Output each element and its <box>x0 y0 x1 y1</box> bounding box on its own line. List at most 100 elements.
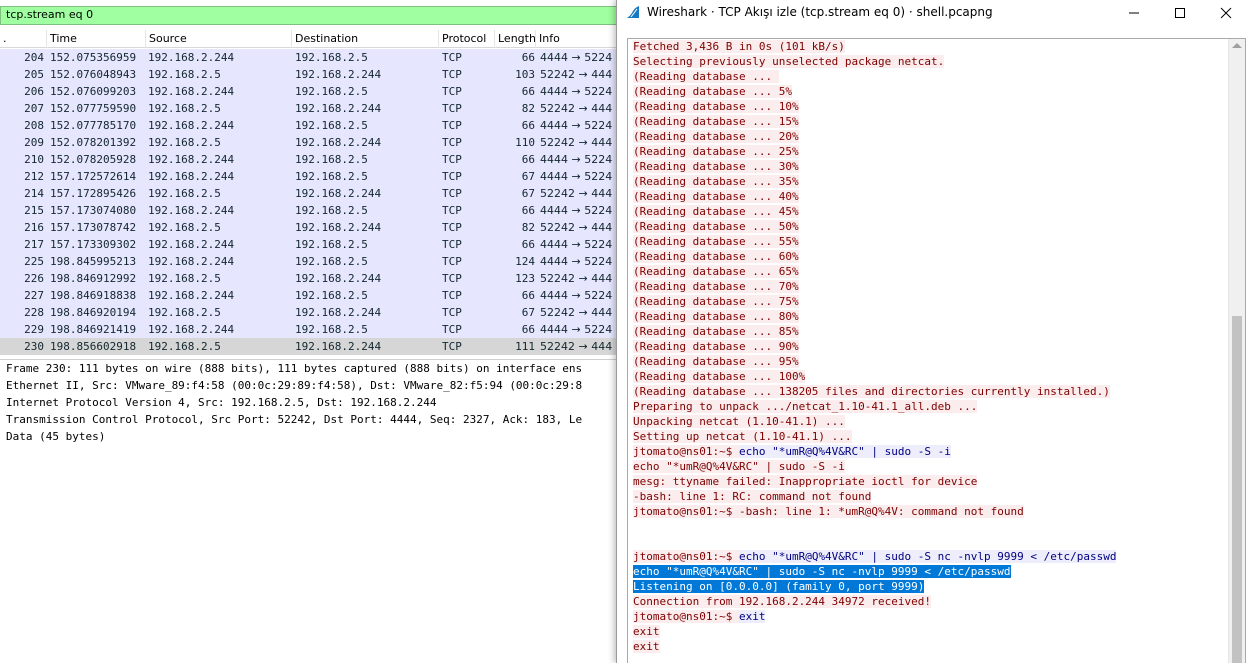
packet-row[interactable]: 207 152.077759590 192.168.2.5 192.168.2.244… <box>0 100 620 117</box>
packet-row[interactable]: 205 152.076048943 192.168.2.5 192.168.2.244… <box>0 66 620 83</box>
column-header-destination[interactable]: Destination <box>292 30 439 48</box>
packet-row[interactable]: 216 157.173078742 192.168.2.5 192.168.2.244… <box>0 219 620 236</box>
cell-no: 205 <box>24 68 44 81</box>
server-text: (Reading database ... 100% <box>633 370 806 383</box>
cell-info: 4444 → 5224 <box>540 323 613 336</box>
cell-source: 192.168.2.244 <box>148 51 235 64</box>
stream-line: mesg: ttyname failed: Inappropriate ioct… <box>633 474 1225 489</box>
cell-time: 152.077785170 <box>50 119 137 132</box>
cell-time: 198.846912992 <box>50 272 137 285</box>
cell-time: 152.078205928 <box>50 153 137 166</box>
stream-line: (Reading database ... 40% <box>633 189 1225 204</box>
cell-length: 111 <box>515 340 535 353</box>
packet-row[interactable]: 215 157.173074080 192.168.2.244 192.168.2.5… <box>0 202 620 219</box>
cell-length: 82 <box>521 221 535 234</box>
cell-length: 66 <box>521 323 535 336</box>
packet-row[interactable]: 228 198.846920194 192.168.2.5 192.168.2.244… <box>0 304 620 321</box>
client-command-text: exit <box>738 610 766 623</box>
cell-length: 66 <box>521 289 535 302</box>
scroll-up-arrow-icon[interactable] <box>1232 43 1242 48</box>
cell-destination: 192.168.2.5 <box>295 255 368 268</box>
close-button[interactable] <box>1203 0 1248 26</box>
vertical-scrollbar[interactable] <box>1228 39 1245 663</box>
cell-info: 4444 → 5224 <box>540 85 613 98</box>
packet-row[interactable]: 217 157.173309302 192.168.2.244 192.168.2.5… <box>0 236 620 253</box>
server-text: (Reading database ... 85% <box>633 325 799 338</box>
server-text: Setting up netcat (1.10-41.1) ... <box>633 430 852 443</box>
cell-destination: 192.168.2.244 <box>295 136 382 149</box>
cell-length: 110 <box>515 136 535 149</box>
cell-length: 67 <box>521 170 535 183</box>
cell-no: 206 <box>24 85 44 98</box>
server-text: exit <box>633 640 660 653</box>
column-header-source[interactable]: Source <box>146 30 292 48</box>
detail-tree-item[interactable]: Internet Protocol Version 4, Src: 192.16… <box>6 394 436 411</box>
stream-line: jtomato@ns01:~$ -bash: line 1: *umR@Q%4V… <box>633 504 1225 519</box>
column-header-info[interactable]: Info <box>536 30 620 48</box>
maximize-button[interactable] <box>1157 0 1203 26</box>
cell-source: 192.168.2.5 <box>148 102 221 115</box>
server-text: jtomato@ns01:~$ <box>633 610 739 623</box>
cell-time: 152.076048943 <box>50 68 137 81</box>
server-text: Fetched 3,436 B in 0s (101 kB/s) <box>633 40 845 53</box>
server-text: (Reading database ... 25% <box>633 145 799 158</box>
packet-row[interactable]: 204 152.075356959 192.168.2.244 192.168.2.5… <box>0 49 620 66</box>
column-header-protocol[interactable]: Protocol <box>439 30 495 48</box>
cell-protocol: TCP <box>442 187 462 200</box>
cell-length: 67 <box>521 187 535 200</box>
cell-destination: 192.168.2.5 <box>295 51 368 64</box>
column-header-time[interactable]: Time <box>47 30 146 48</box>
detail-tree-item[interactable]: Frame 230: 111 bytes on wire (888 bits),… <box>6 360 582 377</box>
cell-no: 214 <box>24 187 44 200</box>
column-header-length[interactable]: Length <box>495 30 536 48</box>
cell-destination: 192.168.2.244 <box>295 187 382 200</box>
minimize-button[interactable] <box>1111 0 1157 26</box>
cell-time: 198.846921419 <box>50 323 137 336</box>
packet-list-header: . Time Source Destination Protocol Lengt… <box>0 30 620 48</box>
server-text: (Reading database ... 80% <box>633 310 799 323</box>
window-title: Wireshark · TCP Akışı izle (tcp.stream e… <box>647 5 993 19</box>
packet-row[interactable]: 208 152.077785170 192.168.2.244 192.168.2.5… <box>0 117 620 134</box>
cell-protocol: TCP <box>442 170 462 183</box>
detail-tree-item[interactable]: Transmission Control Protocol, Src Port:… <box>6 411 582 428</box>
packet-row[interactable]: 214 157.172895426 192.168.2.5 192.168.2.244… <box>0 185 620 202</box>
stream-text[interactable]: Fetched 3,436 B in 0s (101 kB/s) Selectin… <box>633 39 1225 654</box>
cell-destination: 192.168.2.5 <box>295 289 368 302</box>
detail-tree-item[interactable]: Data (45 bytes) <box>6 428 105 445</box>
packet-row[interactable]: 225 198.845995213 192.168.2.244 192.168.2.5… <box>0 253 620 270</box>
packet-row[interactable]: 227 198.846918838 192.168.2.244 192.168.2.5… <box>0 287 620 304</box>
column-header-no[interactable]: . <box>0 30 47 48</box>
cell-no: 204 <box>24 51 44 64</box>
cell-info: 4444 → 5224 <box>540 238 613 251</box>
stream-line: (Reading database ... 75% <box>633 294 1225 309</box>
stream-line: (Reading database ... 60% <box>633 249 1225 264</box>
cell-info: 4444 → 5224 <box>540 204 613 217</box>
packet-row[interactable]: 230 198.856602918 192.168.2.5 192.168.2.244… <box>0 338 620 355</box>
stream-blank-line <box>633 534 1225 549</box>
cell-time: 198.846920194 <box>50 306 137 319</box>
stream-line: (Reading database ... 95% <box>633 354 1225 369</box>
cell-no: 217 <box>24 238 44 251</box>
cell-length: 124 <box>515 255 535 268</box>
packet-row[interactable]: 206 152.076099203 192.168.2.244 192.168.2.5… <box>0 83 620 100</box>
stream-line: (Reading database ... 65% <box>633 264 1225 279</box>
packet-row[interactable]: 209 152.078201392 192.168.2.5 192.168.2.244… <box>0 134 620 151</box>
cell-protocol: TCP <box>442 221 462 234</box>
packet-row[interactable]: 210 152.078205928 192.168.2.244 192.168.2.5… <box>0 151 620 168</box>
cell-source: 192.168.2.244 <box>148 170 235 183</box>
packet-row[interactable]: 226 198.846912992 192.168.2.5 192.168.2.244… <box>0 270 620 287</box>
cell-no: 209 <box>24 136 44 149</box>
display-filter-input[interactable]: tcp.stream eq 0 <box>0 6 620 25</box>
stream-line: Selecting previously unselected package … <box>633 54 1225 69</box>
stream-line: (Reading database ... 45% <box>633 204 1225 219</box>
detail-tree-item[interactable]: Ethernet II, Src: VMware_89:f4:58 (00:0c… <box>6 377 582 394</box>
cell-info: 52242 → 444 <box>540 306 613 319</box>
title-bar[interactable]: Wireshark · TCP Akışı izle (tcp.stream e… <box>617 0 1248 26</box>
packet-row[interactable]: 212 157.172572614 192.168.2.244 192.168.2.5… <box>0 168 620 185</box>
cell-destination: 192.168.2.5 <box>295 170 368 183</box>
stream-content-area[interactable]: Fetched 3,436 B in 0s (101 kB/s) Selectin… <box>627 38 1246 663</box>
scrollbar-thumb[interactable] <box>1232 316 1242 663</box>
cell-destination: 192.168.2.5 <box>295 153 368 166</box>
server-text: (Reading database ... 30% <box>633 160 799 173</box>
packet-row[interactable]: 229 198.846921419 192.168.2.244 192.168.2.5… <box>0 321 620 338</box>
